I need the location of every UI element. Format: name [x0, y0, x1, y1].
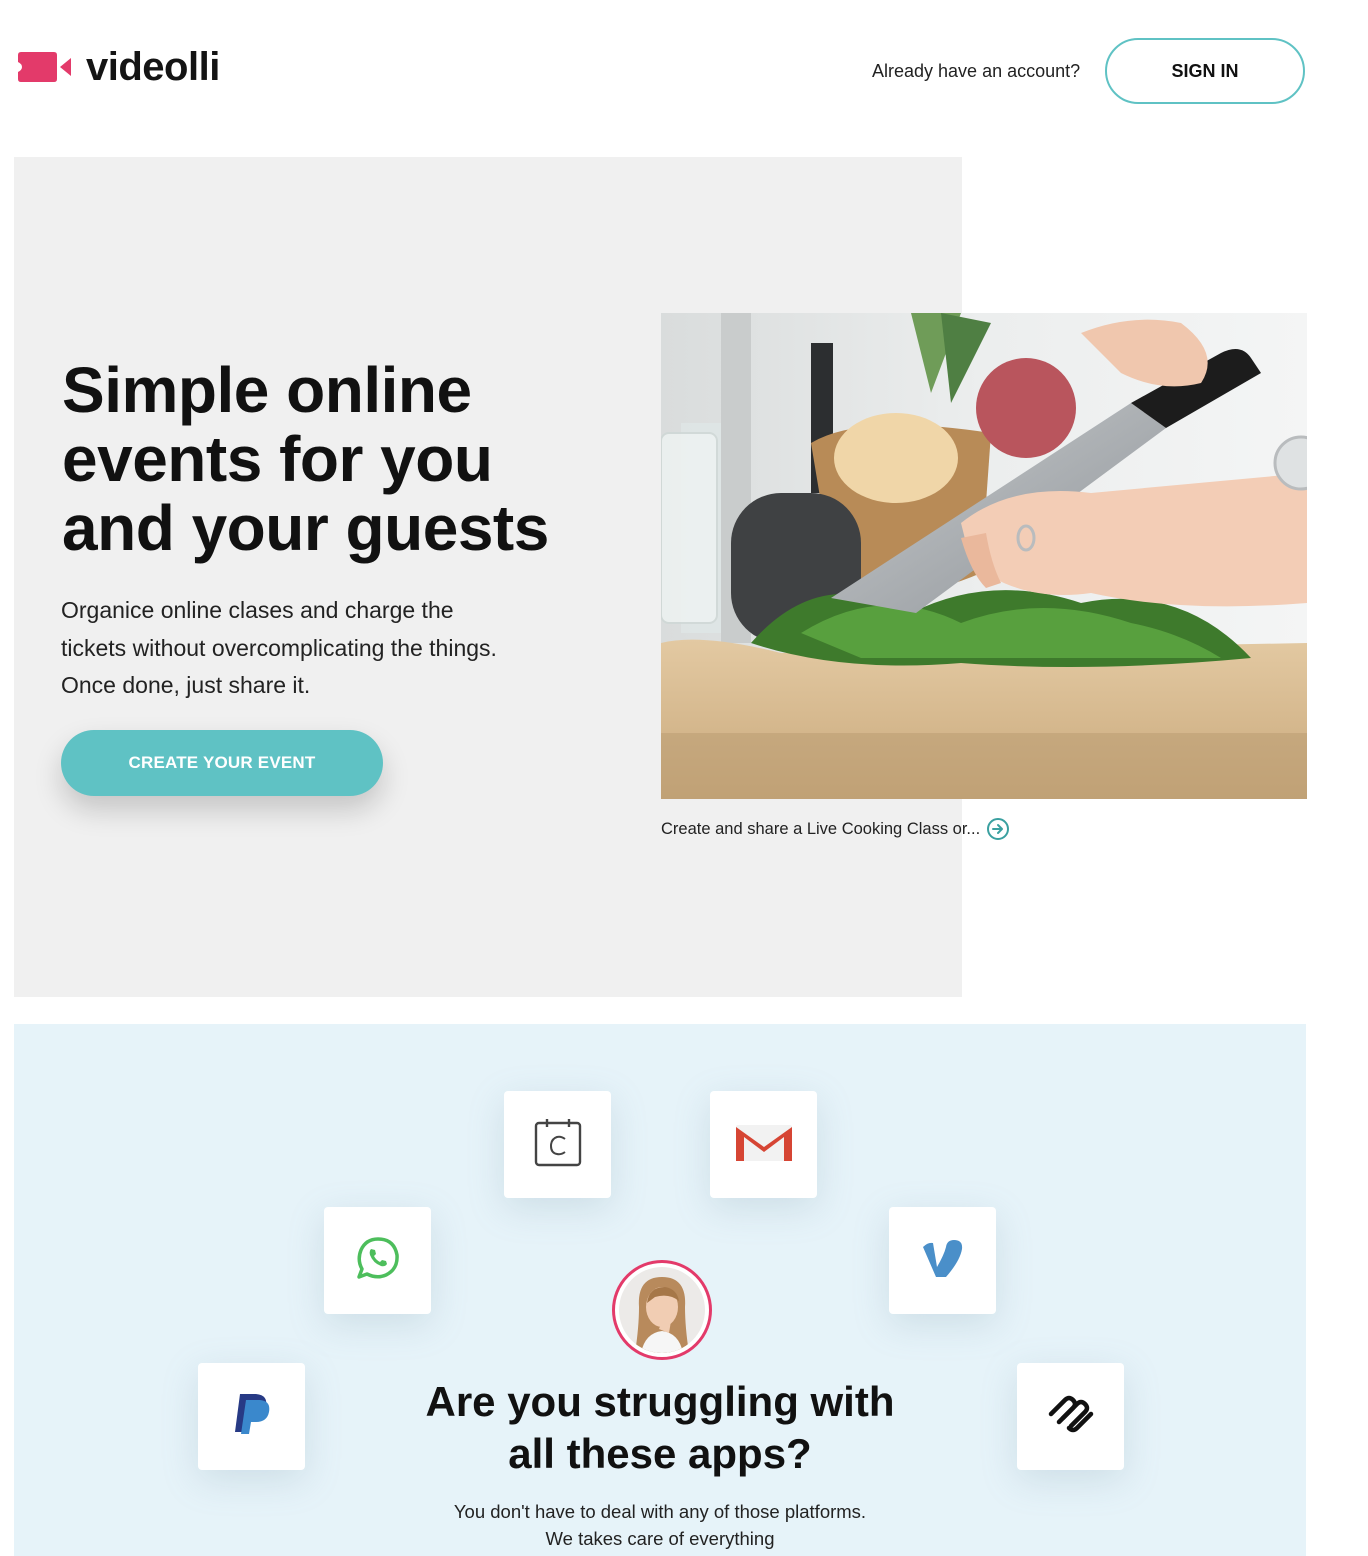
create-event-button[interactable]: CREATE YOUR EVENT	[61, 730, 383, 796]
squarespace-icon	[1047, 1394, 1095, 1439]
hero-subtitle-line: Once done, just share it.	[61, 672, 311, 698]
account-prompt: Already have an account?	[872, 61, 1081, 81]
hero-title-line: Simple online	[62, 354, 472, 426]
avatar-photo	[619, 1267, 705, 1353]
cooking-class-photo	[661, 313, 1307, 799]
hero-subtitle: Organice online clases and charge the ti…	[61, 592, 581, 705]
hero-subtitle-line: tickets without overcomplicating the thi…	[61, 634, 497, 661]
hero-title-line: and your guests	[62, 492, 549, 564]
videolli-logo-icon	[18, 44, 72, 90]
apps-subtitle-line: You don't have to deal with any of those…	[453, 1501, 867, 1522]
whatsapp-icon	[356, 1236, 400, 1285]
gmail-icon	[735, 1121, 793, 1168]
app-tile-vimeo[interactable]	[889, 1207, 996, 1314]
app-tile-paypal[interactable]	[198, 1363, 305, 1470]
apps-title-line: all these apps?	[508, 1430, 812, 1477]
apps-title: Are you struggling with all these apps?	[360, 1376, 960, 1480]
app-tile-squarespace[interactable]	[1017, 1363, 1124, 1470]
hero-title: Simple online events for you and your gu…	[62, 356, 662, 563]
paypal-icon	[232, 1392, 272, 1441]
brand-logo[interactable]: videolli	[18, 44, 220, 90]
sign-in-button[interactable]: SIGN IN	[1105, 38, 1305, 104]
calendly-icon	[534, 1117, 582, 1172]
hero-subtitle-line: Organice online clases and charge the	[61, 597, 454, 623]
arrow-right-circle-icon[interactable]	[986, 817, 1010, 841]
brand-name: videolli	[86, 44, 220, 89]
vimeo-icon	[922, 1237, 964, 1284]
photo-caption-text: Create and share a Live Cooking Class or…	[661, 819, 981, 838]
photo-caption: Create and share a Live Cooking Class or…	[661, 817, 1010, 841]
app-tile-calendly[interactable]	[504, 1091, 611, 1198]
apps-subtitle-line: We takes care of everything	[545, 1528, 775, 1549]
user-avatar	[612, 1260, 712, 1360]
app-tile-gmail[interactable]	[710, 1091, 817, 1198]
app-tile-whatsapp[interactable]	[324, 1207, 431, 1314]
apps-subtitle: You don't have to deal with any of those…	[360, 1498, 960, 1552]
hero-title-line: events for you	[62, 423, 493, 495]
apps-title-line: Are you struggling with	[425, 1378, 895, 1425]
